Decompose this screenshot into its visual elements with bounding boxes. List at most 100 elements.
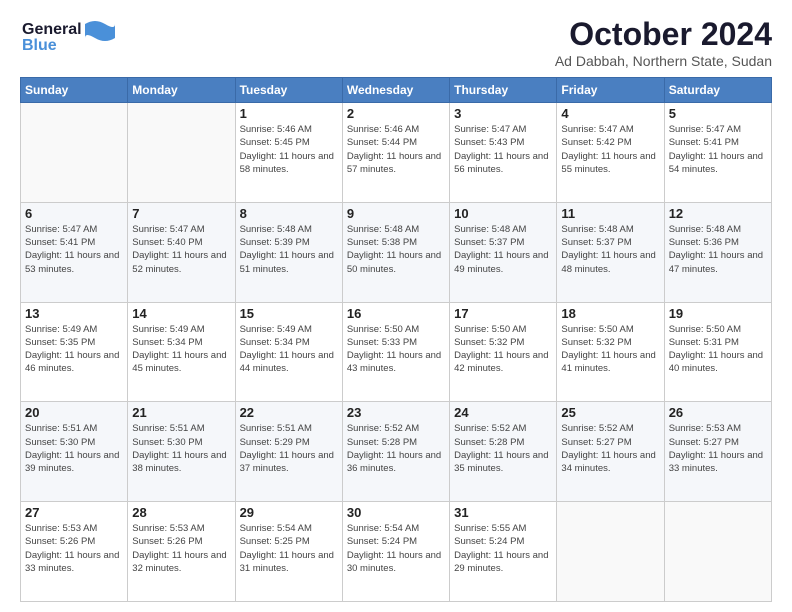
day-info: Sunrise: 5:46 AMSunset: 5:45 PMDaylight:…	[240, 123, 338, 176]
table-row	[557, 502, 664, 602]
calendar-week-row: 1Sunrise: 5:46 AMSunset: 5:45 PMDaylight…	[21, 103, 772, 203]
col-saturday: Saturday	[664, 78, 771, 103]
header: General Blue October 2024 Ad Dabbah, Nor…	[20, 16, 772, 69]
day-number: 5	[669, 106, 767, 121]
table-row: 3Sunrise: 5:47 AMSunset: 5:43 PMDaylight…	[450, 103, 557, 203]
table-row: 7 Sunrise: 5:47 AMSunset: 5:40 PMDaylight…	[128, 202, 235, 302]
table-row: 4Sunrise: 5:47 AMSunset: 5:42 PMDaylight…	[557, 103, 664, 203]
col-friday: Friday	[557, 78, 664, 103]
day-number: 24	[454, 405, 552, 420]
day-info: Sunrise: 5:48 AMSunset: 5:37 PMDaylight:…	[454, 223, 552, 276]
day-info: Sunrise: 5:47 AMSunset: 5:43 PMDaylight:…	[454, 123, 552, 176]
table-row: 6 Sunrise: 5:47 AMSunset: 5:41 PMDaylight…	[21, 202, 128, 302]
day-number: 2	[347, 106, 445, 121]
page: General Blue October 2024 Ad Dabbah, Nor…	[0, 0, 792, 612]
day-number: 26	[669, 405, 767, 420]
table-row: 15 Sunrise: 5:49 AMSunset: 5:34 PMDayligh…	[235, 302, 342, 402]
day-info: Sunrise: 5:52 AMSunset: 5:28 PMDaylight:…	[347, 422, 445, 475]
day-info: Sunrise: 5:54 AMSunset: 5:25 PMDaylight:…	[240, 522, 338, 575]
day-info: Sunrise: 5:50 AMSunset: 5:32 PMDaylight:…	[454, 323, 552, 376]
day-number: 12	[669, 206, 767, 221]
day-info: Sunrise: 5:53 AMSunset: 5:27 PMDaylight:…	[669, 422, 767, 475]
day-info: Sunrise: 5:48 AMSunset: 5:36 PMDaylight:…	[669, 223, 767, 276]
col-monday: Monday	[128, 78, 235, 103]
day-number: 9	[347, 206, 445, 221]
table-row: 31 Sunrise: 5:55 AMSunset: 5:24 PMDayligh…	[450, 502, 557, 602]
calendar-subtitle: Ad Dabbah, Northern State, Sudan	[555, 53, 772, 69]
col-sunday: Sunday	[21, 78, 128, 103]
day-number: 22	[240, 405, 338, 420]
logo: General Blue	[20, 16, 120, 58]
day-info: Sunrise: 5:47 AMSunset: 5:41 PMDaylight:…	[25, 223, 123, 276]
day-number: 17	[454, 306, 552, 321]
table-row: 25 Sunrise: 5:52 AMSunset: 5:27 PMDayligh…	[557, 402, 664, 502]
day-info: Sunrise: 5:51 AMSunset: 5:29 PMDaylight:…	[240, 422, 338, 475]
calendar-week-row: 6 Sunrise: 5:47 AMSunset: 5:41 PMDaylight…	[21, 202, 772, 302]
day-number: 7	[132, 206, 230, 221]
table-row: 18Sunrise: 5:50 AMSunset: 5:32 PMDayligh…	[557, 302, 664, 402]
day-info: Sunrise: 5:55 AMSunset: 5:24 PMDaylight:…	[454, 522, 552, 575]
table-row	[128, 103, 235, 203]
table-row: 8 Sunrise: 5:48 AMSunset: 5:39 PMDaylight…	[235, 202, 342, 302]
day-number: 31	[454, 505, 552, 520]
table-row: 28Sunrise: 5:53 AMSunset: 5:26 PMDayligh…	[128, 502, 235, 602]
day-number: 25	[561, 405, 659, 420]
table-row: 30 Sunrise: 5:54 AMSunset: 5:24 PMDayligh…	[342, 502, 449, 602]
table-row: 24 Sunrise: 5:52 AMSunset: 5:28 PMDayligh…	[450, 402, 557, 502]
day-info: Sunrise: 5:50 AMSunset: 5:33 PMDaylight:…	[347, 323, 445, 376]
day-info: Sunrise: 5:53 AMSunset: 5:26 PMDaylight:…	[132, 522, 230, 575]
day-number: 23	[347, 405, 445, 420]
day-number: 4	[561, 106, 659, 121]
table-row: 11 Sunrise: 5:48 AMSunset: 5:37 PMDayligh…	[557, 202, 664, 302]
col-thursday: Thursday	[450, 78, 557, 103]
day-info: Sunrise: 5:49 AMSunset: 5:34 PMDaylight:…	[240, 323, 338, 376]
table-row: 12 Sunrise: 5:48 AMSunset: 5:36 PMDayligh…	[664, 202, 771, 302]
calendar-week-row: 13Sunrise: 5:49 AMSunset: 5:35 PMDayligh…	[21, 302, 772, 402]
day-info: Sunrise: 5:52 AMSunset: 5:28 PMDaylight:…	[454, 422, 552, 475]
day-info: Sunrise: 5:48 AMSunset: 5:37 PMDaylight:…	[561, 223, 659, 276]
table-row: 13Sunrise: 5:49 AMSunset: 5:35 PMDayligh…	[21, 302, 128, 402]
table-row: 21Sunrise: 5:51 AMSunset: 5:30 PMDayligh…	[128, 402, 235, 502]
day-number: 20	[25, 405, 123, 420]
title-block: October 2024 Ad Dabbah, Northern State, …	[555, 16, 772, 69]
calendar-header-row: Sunday Monday Tuesday Wednesday Thursday…	[21, 78, 772, 103]
day-info: Sunrise: 5:48 AMSunset: 5:39 PMDaylight:…	[240, 223, 338, 276]
col-wednesday: Wednesday	[342, 78, 449, 103]
day-info: Sunrise: 5:46 AMSunset: 5:44 PMDaylight:…	[347, 123, 445, 176]
table-row: 27Sunrise: 5:53 AMSunset: 5:26 PMDayligh…	[21, 502, 128, 602]
calendar-week-row: 20Sunrise: 5:51 AMSunset: 5:30 PMDayligh…	[21, 402, 772, 502]
col-tuesday: Tuesday	[235, 78, 342, 103]
day-number: 16	[347, 306, 445, 321]
day-number: 11	[561, 206, 659, 221]
day-info: Sunrise: 5:49 AMSunset: 5:34 PMDaylight:…	[132, 323, 230, 376]
day-info: Sunrise: 5:47 AMSunset: 5:40 PMDaylight:…	[132, 223, 230, 276]
table-row: 26 Sunrise: 5:53 AMSunset: 5:27 PMDayligh…	[664, 402, 771, 502]
table-row: 16 Sunrise: 5:50 AMSunset: 5:33 PMDayligh…	[342, 302, 449, 402]
table-row: 14Sunrise: 5:49 AMSunset: 5:34 PMDayligh…	[128, 302, 235, 402]
svg-text:Blue: Blue	[22, 37, 57, 54]
table-row: 5 Sunrise: 5:47 AMSunset: 5:41 PMDaylight…	[664, 103, 771, 203]
table-row: 23 Sunrise: 5:52 AMSunset: 5:28 PMDayligh…	[342, 402, 449, 502]
logo-svg: General Blue	[20, 16, 120, 58]
svg-text:General: General	[22, 21, 82, 38]
day-info: Sunrise: 5:54 AMSunset: 5:24 PMDaylight:…	[347, 522, 445, 575]
day-number: 6	[25, 206, 123, 221]
day-number: 30	[347, 505, 445, 520]
day-info: Sunrise: 5:47 AMSunset: 5:41 PMDaylight:…	[669, 123, 767, 176]
table-row: 20Sunrise: 5:51 AMSunset: 5:30 PMDayligh…	[21, 402, 128, 502]
day-number: 27	[25, 505, 123, 520]
table-row: 29Sunrise: 5:54 AMSunset: 5:25 PMDayligh…	[235, 502, 342, 602]
table-row: 17 Sunrise: 5:50 AMSunset: 5:32 PMDayligh…	[450, 302, 557, 402]
day-number: 8	[240, 206, 338, 221]
day-info: Sunrise: 5:50 AMSunset: 5:31 PMDaylight:…	[669, 323, 767, 376]
day-info: Sunrise: 5:52 AMSunset: 5:27 PMDaylight:…	[561, 422, 659, 475]
table-row: 22 Sunrise: 5:51 AMSunset: 5:29 PMDayligh…	[235, 402, 342, 502]
table-row	[664, 502, 771, 602]
table-row: 1Sunrise: 5:46 AMSunset: 5:45 PMDaylight…	[235, 103, 342, 203]
table-row	[21, 103, 128, 203]
day-number: 10	[454, 206, 552, 221]
day-info: Sunrise: 5:48 AMSunset: 5:38 PMDaylight:…	[347, 223, 445, 276]
day-number: 21	[132, 405, 230, 420]
calendar-table: Sunday Monday Tuesday Wednesday Thursday…	[20, 77, 772, 602]
day-number: 15	[240, 306, 338, 321]
